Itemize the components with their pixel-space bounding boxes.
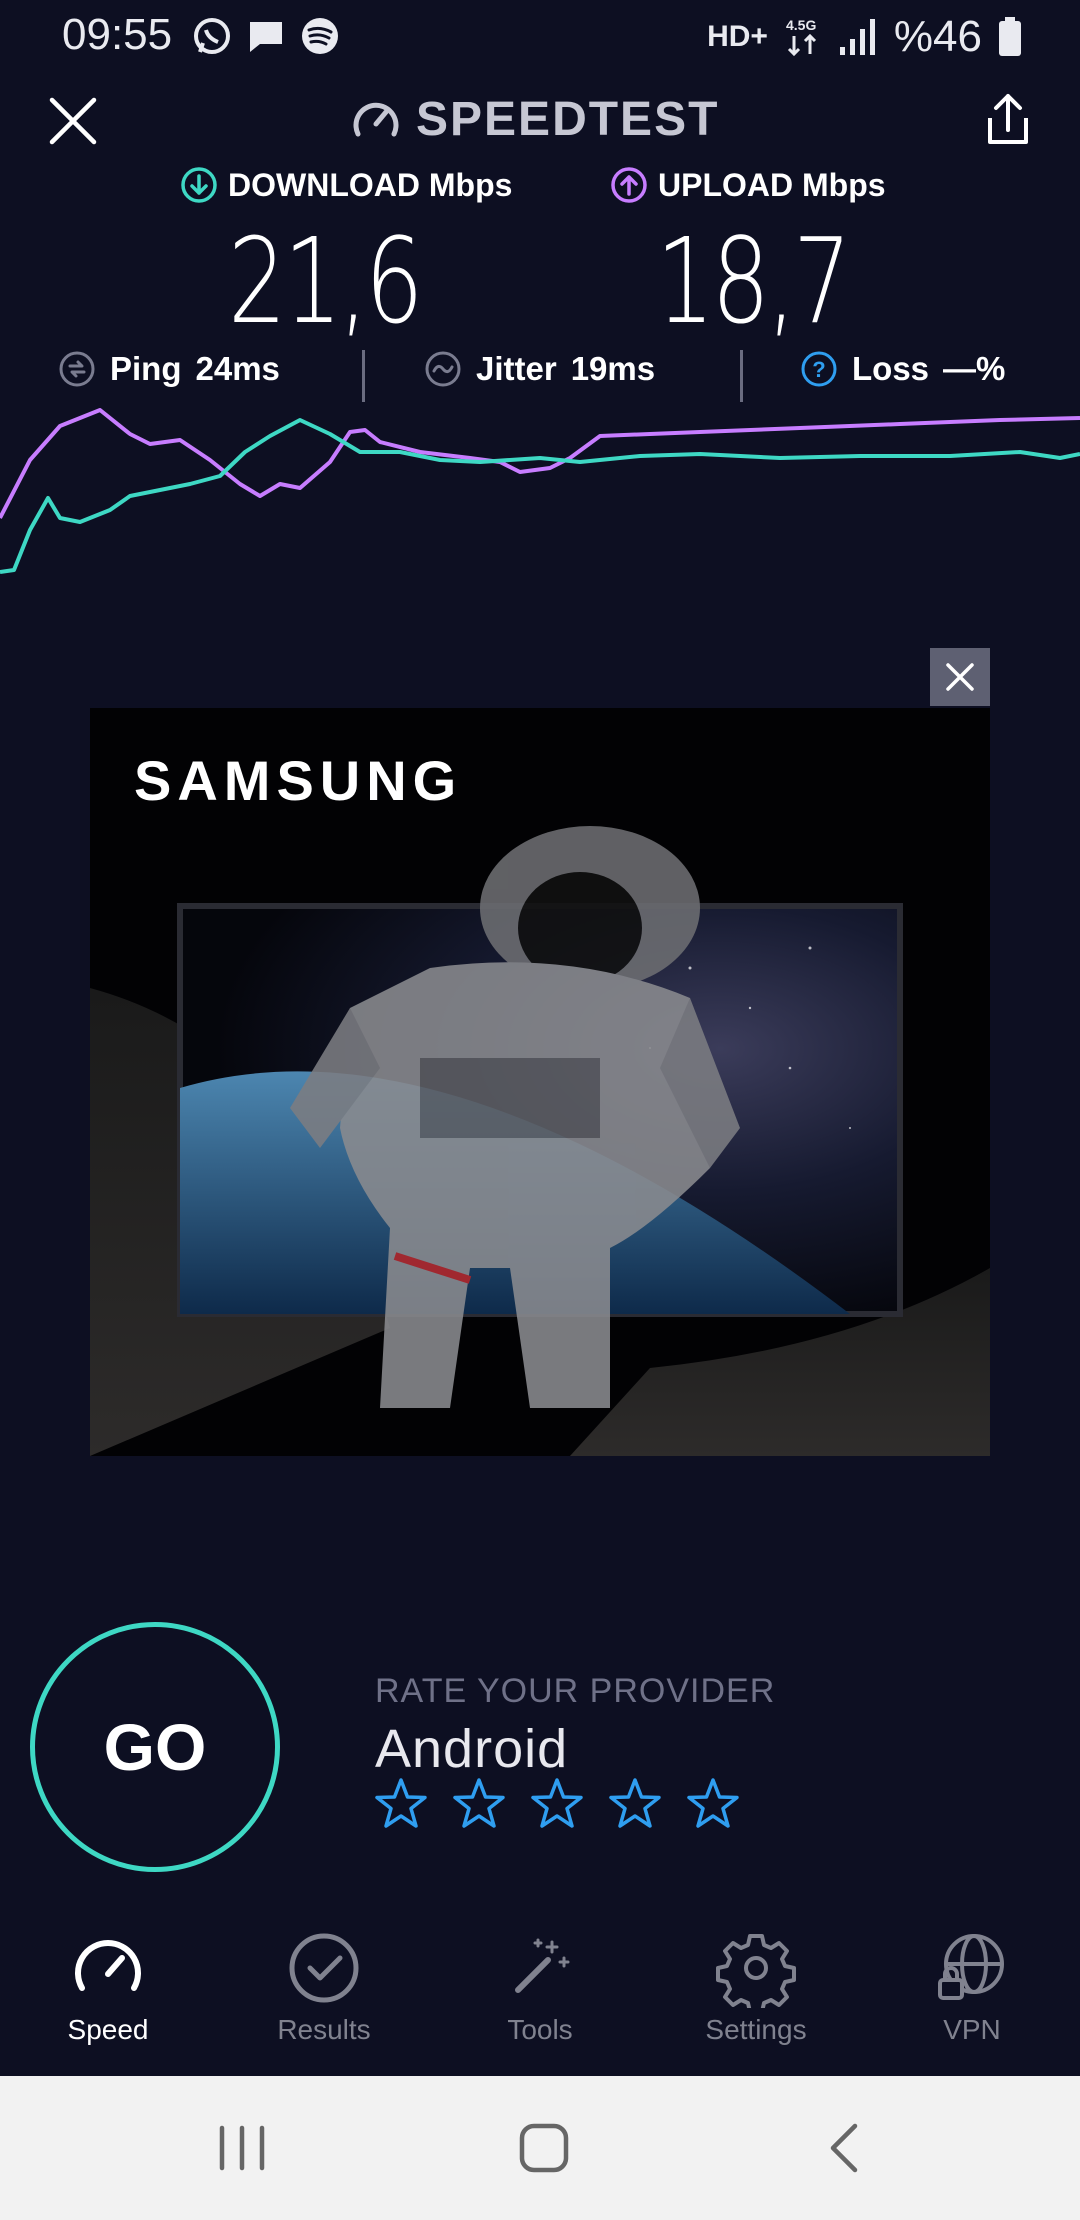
nav-item-results[interactable]: Results bbox=[216, 1920, 432, 2076]
nav-label: Tools bbox=[507, 2014, 573, 2045]
whatsapp-icon bbox=[194, 18, 230, 54]
ad-brand-logo: SAMSUNG bbox=[134, 749, 463, 812]
speedometer-logo-icon bbox=[353, 102, 399, 136]
star-icon[interactable] bbox=[529, 1776, 585, 1832]
download-arrow-icon bbox=[181, 167, 217, 203]
upload-label: UPLOAD Mbps bbox=[658, 166, 886, 203]
ad-image bbox=[90, 708, 990, 1456]
upload-header: UPLOAD Mbps bbox=[610, 166, 886, 204]
jitter-value: 19ms bbox=[570, 350, 656, 387]
go-button[interactable]: GO bbox=[30, 1622, 280, 1872]
ping-icon bbox=[59, 351, 95, 387]
home-icon[interactable] bbox=[512, 2116, 576, 2180]
download-label: DOWNLOAD Mbps bbox=[228, 166, 513, 203]
svg-text:4.5G: 4.5G bbox=[786, 17, 816, 33]
app-title-text: SPEEDTEST bbox=[416, 93, 720, 146]
ad-close-button[interactable] bbox=[930, 648, 990, 706]
ping-label: Ping bbox=[110, 350, 182, 387]
speed-graph bbox=[0, 408, 1080, 574]
nav-item-vpn[interactable]: VPN bbox=[864, 1920, 1080, 2076]
nav-item-settings[interactable]: Settings bbox=[648, 1920, 864, 2076]
share-icon bbox=[988, 94, 1028, 144]
download-value: 21,6 bbox=[228, 212, 424, 350]
back-icon[interactable] bbox=[815, 2116, 879, 2180]
upload-value: 18,7 bbox=[656, 212, 852, 350]
star-icon[interactable] bbox=[685, 1776, 741, 1832]
loss-value: —% bbox=[943, 350, 1006, 387]
gear-icon bbox=[716, 1934, 796, 2008]
check-circle-icon bbox=[289, 1933, 359, 2003]
speedometer-icon bbox=[75, 1940, 141, 1991]
star-icon[interactable] bbox=[607, 1776, 663, 1832]
network-hd-label: HD+ bbox=[707, 20, 768, 53]
nav-label: Results bbox=[277, 2014, 371, 2045]
signal-icon bbox=[839, 19, 875, 55]
provider-name: Android bbox=[375, 1719, 569, 1779]
close-icon bbox=[946, 663, 974, 691]
download-header: DOWNLOAD Mbps bbox=[180, 166, 512, 204]
rate-provider-label: RATE YOUR PROVIDER bbox=[375, 1672, 776, 1710]
ad-banner[interactable]: SAMSUNG bbox=[90, 708, 990, 1456]
jitter-icon bbox=[425, 351, 461, 387]
globe-lock-icon bbox=[938, 1934, 1004, 2000]
recent-apps-icon[interactable] bbox=[210, 2116, 274, 2180]
rating-stars[interactable] bbox=[373, 1776, 741, 1832]
message-icon bbox=[250, 22, 282, 52]
nav-item-speed[interactable]: Speed bbox=[0, 1920, 216, 2076]
nav-label: Speed bbox=[67, 2014, 149, 2045]
star-icon[interactable] bbox=[451, 1776, 507, 1832]
loss-label: Loss bbox=[852, 350, 930, 387]
nav-item-tools[interactable]: Tools bbox=[432, 1920, 648, 2076]
system-nav-bar bbox=[0, 2076, 1080, 2220]
share-button[interactable] bbox=[980, 90, 1036, 148]
stat-divider bbox=[362, 350, 365, 402]
status-bar: 09:55 HD+ 4.5G %46 bbox=[0, 0, 1080, 72]
jitter-stat: Jitter 19ms bbox=[424, 350, 655, 388]
battery-icon bbox=[999, 17, 1021, 56]
stat-divider bbox=[740, 350, 743, 402]
upload-graph-line bbox=[0, 408, 1080, 519]
close-button[interactable] bbox=[44, 92, 102, 150]
app-title: SPEEDTEST bbox=[350, 92, 719, 147]
ping-value: 24ms bbox=[195, 350, 280, 387]
nav-label: Settings bbox=[705, 2014, 807, 2045]
help-icon[interactable]: ? bbox=[800, 350, 838, 388]
upload-arrow-icon bbox=[611, 167, 647, 203]
nav-label: VPN bbox=[943, 2014, 1001, 2045]
star-icon[interactable] bbox=[373, 1776, 429, 1832]
data-transfer-icon: 4.5G bbox=[786, 17, 816, 57]
close-icon bbox=[49, 97, 97, 145]
bottom-nav: Speed Results Tools Settings VPN bbox=[0, 1920, 1080, 2076]
magic-wand-icon bbox=[515, 1938, 570, 1993]
loss-stat[interactable]: ? Loss —% bbox=[800, 350, 1005, 388]
jitter-label: Jitter bbox=[476, 350, 557, 387]
battery-percent: %46 bbox=[893, 12, 982, 61]
notification-icons bbox=[192, 14, 340, 58]
spotify-icon bbox=[302, 18, 338, 54]
status-right-group: HD+ 4.5G %46 bbox=[707, 12, 1022, 62]
status-time: 09:55 bbox=[62, 10, 173, 59]
svg-text:?: ? bbox=[812, 357, 825, 382]
ping-stat: Ping 24ms bbox=[58, 350, 280, 388]
